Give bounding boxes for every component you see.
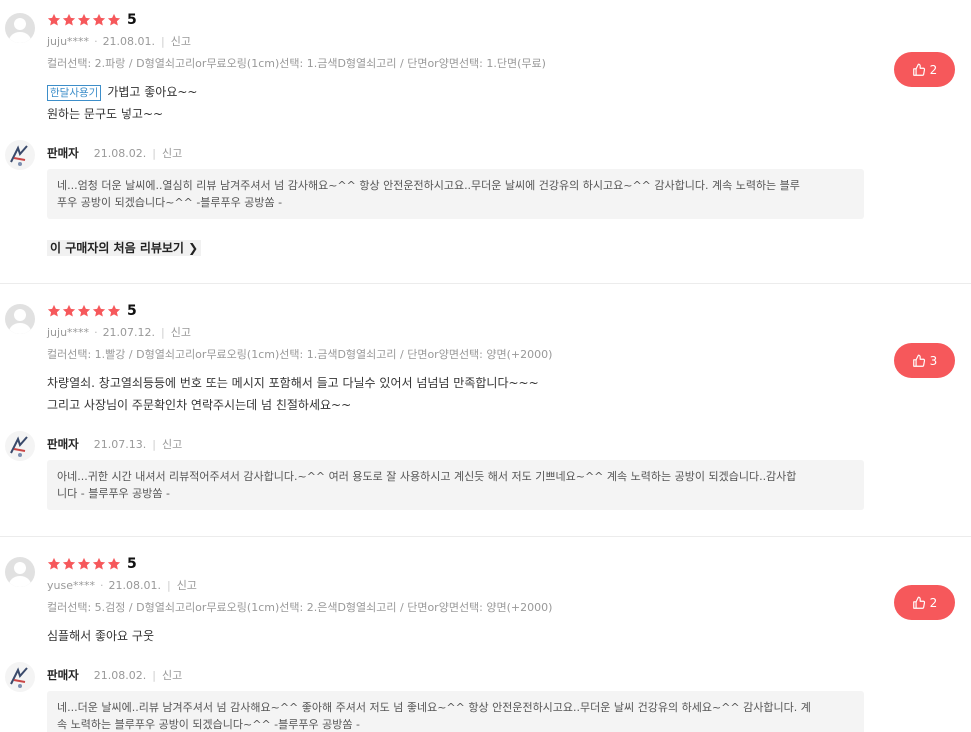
star-icon: [77, 304, 91, 317]
star-rating: 5: [47, 556, 137, 572]
seller-reply-header: 판매자 21.07.13. | 신고: [47, 436, 183, 452]
seller-reply: 네...더운 날씨에..리뷰 남겨주셔서 넘 감사해요~^^ 좋아해 주셔서 저…: [47, 691, 864, 732]
rating-score: 5: [127, 303, 137, 319]
star-icon: [47, 13, 61, 26]
like-button[interactable]: 2: [894, 52, 955, 87]
reply-date: 21.08.02.: [93, 146, 147, 160]
thumbs-up-icon: [912, 63, 925, 76]
review-meta: juju**** · 21.07.12. | 신고: [47, 324, 192, 340]
star-icon: [62, 13, 76, 26]
review-meta: yuse**** · 21.08.01. | 신고: [47, 577, 197, 593]
review-text: 한달사용기 가볍고 좋아요~~ 원하는 문구도 넣고~~: [47, 85, 198, 121]
report-link[interactable]: 신고: [162, 667, 182, 683]
star-icon: [92, 304, 106, 317]
reviewer-id: juju****: [47, 34, 90, 48]
thumbs-up-icon: [912, 354, 925, 367]
rating-score: 5: [127, 556, 137, 572]
star-rating: 5: [47, 303, 137, 319]
star-icon: [47, 557, 61, 570]
review-text: 차량열쇠. 창고열쇠등등에 번호 또는 메시지 포함해서 들고 다닐수 있어서 …: [47, 376, 539, 412]
star-icon: [92, 557, 106, 570]
review-date: 21.08.01.: [108, 578, 161, 592]
like-button[interactable]: 3: [894, 343, 955, 378]
seller-reply-header: 판매자 21.08.02. | 신고: [47, 667, 183, 683]
review-divider: [0, 536, 971, 537]
reviewer-avatar: [5, 304, 35, 334]
review-text: 심플해서 좋아요 구웃: [47, 629, 154, 643]
first-review-link[interactable]: 이 구매자의 처음 리뷰보기 ❯: [47, 240, 202, 256]
chevron-right-icon: ❯: [183, 241, 199, 255]
reviewer-avatar: [5, 13, 35, 43]
star-icon: [47, 304, 61, 317]
report-link[interactable]: 신고: [162, 436, 182, 452]
reply-date: 21.07.13.: [93, 437, 147, 451]
rating-score: 5: [127, 12, 137, 28]
report-link[interactable]: 신고: [171, 33, 191, 49]
seller-reply-header: 판매자 21.08.02. | 신고: [47, 145, 183, 161]
star-icon: [62, 557, 76, 570]
reply-date: 21.08.02.: [93, 668, 147, 682]
review-divider: [0, 283, 971, 284]
seller-label: 판매자: [47, 437, 79, 451]
star-icon: [107, 557, 121, 570]
like-count: 3: [929, 353, 938, 368]
like-count: 2: [929, 62, 938, 77]
review-date: 21.07.12.: [102, 325, 156, 339]
report-link[interactable]: 신고: [177, 577, 197, 593]
review-date: 21.08.01.: [102, 34, 156, 48]
report-link[interactable]: 신고: [171, 324, 191, 340]
thumbs-up-icon: [912, 596, 925, 609]
star-rating: 5: [47, 12, 137, 28]
seller-label: 판매자: [47, 668, 79, 682]
seller-reply: 네...엄청 더운 날씨에..열심히 리뷰 남겨주셔서 넘 감사해요~^^ 항상…: [47, 169, 864, 219]
reviewer-id: yuse****: [47, 578, 95, 592]
seller-reply: 아네...귀한 시간 내셔서 리뷰적어주셔서 감사합니다.~^^ 여러 용도로 …: [47, 460, 864, 510]
reviewer-id: juju****: [47, 325, 90, 339]
like-button[interactable]: 2: [894, 585, 955, 620]
seller-avatar: [5, 140, 35, 170]
star-icon: [62, 304, 76, 317]
seller-label: 판매자: [47, 146, 79, 160]
star-icon: [77, 13, 91, 26]
star-icon: [77, 557, 91, 570]
reviewer-avatar: [5, 557, 35, 587]
usage-badge: 한달사용기: [47, 85, 102, 101]
report-link[interactable]: 신고: [162, 145, 182, 161]
review-meta: juju**** · 21.08.01. | 신고: [47, 33, 192, 49]
star-icon: [92, 13, 106, 26]
star-icon: [107, 13, 121, 26]
purchase-option: 컬러선택: 2.파랑 / D형열쇠고리or무료오링(1cm)선택: 1.금색D형…: [47, 57, 546, 70]
like-count: 2: [929, 595, 938, 610]
seller-avatar: [5, 662, 35, 692]
purchase-option: 컬러선택: 1.빨강 / D형열쇠고리or무료오링(1cm)선택: 1.금색D형…: [47, 348, 553, 361]
seller-avatar: [5, 431, 35, 461]
star-icon: [107, 304, 121, 317]
purchase-option: 컬러선택: 5.검정 / D형열쇠고리or무료오링(1cm)선택: 2.은색D형…: [47, 601, 553, 614]
